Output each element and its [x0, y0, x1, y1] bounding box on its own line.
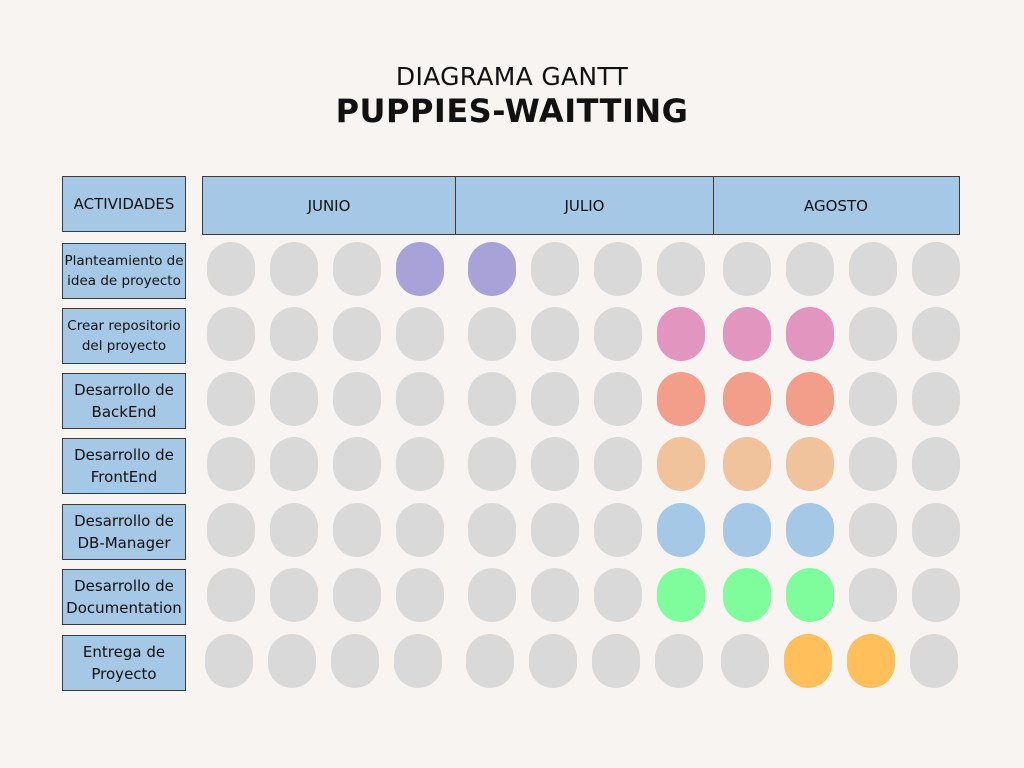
gantt-cell-empty	[531, 568, 579, 622]
gantt-cell-empty	[207, 242, 255, 296]
gantt-cell-empty	[849, 503, 897, 557]
gantt-cell-empty	[207, 307, 255, 361]
gantt-cell-empty	[910, 634, 958, 688]
gantt-cell-empty	[396, 307, 444, 361]
gantt-cell-empty	[531, 307, 579, 361]
gantt-cell-empty	[849, 242, 897, 296]
gantt-cell-empty	[468, 307, 516, 361]
gantt-cell-empty	[270, 372, 318, 426]
gantt-cell-empty	[531, 372, 579, 426]
month-header: JUNIO JULIO AGOSTO	[202, 176, 960, 235]
gantt-cell-empty	[849, 372, 897, 426]
diagram-title: PUPPIES-WAITTING	[335, 92, 689, 130]
gantt-cell-empty	[466, 634, 514, 688]
gantt-cell-active	[723, 437, 771, 491]
gantt-cell-empty	[912, 242, 960, 296]
gantt-cell-active	[786, 372, 834, 426]
gantt-cell-empty	[270, 568, 318, 622]
gantt-cell-empty	[657, 242, 705, 296]
gantt-cell-empty	[912, 437, 960, 491]
gantt-cell-empty	[912, 372, 960, 426]
gantt-cell-empty	[396, 372, 444, 426]
gantt-cell-active	[723, 372, 771, 426]
gantt-cell-active	[786, 437, 834, 491]
gantt-cell-empty	[529, 634, 577, 688]
gantt-cell-empty	[333, 372, 381, 426]
gantt-cell-empty	[396, 503, 444, 557]
gantt-cell-empty	[270, 307, 318, 361]
gantt-cell-empty	[270, 503, 318, 557]
gantt-cell-empty	[849, 568, 897, 622]
gantt-cell-empty	[270, 242, 318, 296]
activities-header: ACTIVIDADES	[62, 176, 186, 232]
gantt-cell-active	[657, 503, 705, 557]
gantt-cell-empty	[270, 437, 318, 491]
gantt-cell-empty	[331, 634, 379, 688]
diagram-subtitle: DIAGRAMA GANTT	[395, 62, 629, 91]
gantt-cell-empty	[207, 503, 255, 557]
gantt-cell-active	[657, 307, 705, 361]
gantt-cell-empty	[655, 634, 703, 688]
gantt-cell-empty	[721, 634, 769, 688]
activity-label: Desarrollo de FrontEnd	[62, 438, 186, 494]
gantt-cell-empty	[396, 568, 444, 622]
gantt-cell-empty	[594, 503, 642, 557]
gantt-cell-empty	[468, 503, 516, 557]
gantt-cell-empty	[468, 372, 516, 426]
activity-label: Crear repositorio del proyecto	[62, 308, 186, 364]
gantt-cell-empty	[333, 242, 381, 296]
gantt-cell-empty	[333, 568, 381, 622]
gantt-cell-empty	[468, 437, 516, 491]
gantt-cell-empty	[207, 437, 255, 491]
gantt-cell-empty	[333, 437, 381, 491]
gantt-cell-empty	[912, 568, 960, 622]
gantt-cell-empty	[207, 372, 255, 426]
gantt-cell-active	[657, 372, 705, 426]
activity-label: Planteamiento de idea de proyecto	[62, 243, 186, 299]
gantt-cell-empty	[468, 568, 516, 622]
gantt-cell-active	[847, 634, 895, 688]
gantt-cell-active	[786, 568, 834, 622]
gantt-cell-empty	[594, 242, 642, 296]
gantt-cell-empty	[205, 634, 253, 688]
gantt-cell-empty	[723, 242, 771, 296]
gantt-cell-empty	[594, 372, 642, 426]
gantt-cell-empty	[849, 307, 897, 361]
gantt-cell-empty	[592, 634, 640, 688]
gantt-cell-empty	[531, 242, 579, 296]
month-july: JULIO	[456, 177, 714, 234]
gantt-cell-empty	[531, 437, 579, 491]
gantt-cell-empty	[531, 503, 579, 557]
activity-label: Desarrollo de Documentation	[62, 569, 186, 625]
gantt-cell-active	[657, 437, 705, 491]
gantt-cell-empty	[394, 634, 442, 688]
activity-label: Desarrollo de BackEnd	[62, 373, 186, 429]
gantt-cell-active	[723, 307, 771, 361]
gantt-cell-empty	[912, 503, 960, 557]
gantt-cell-active	[396, 242, 444, 296]
gantt-cell-active	[723, 568, 771, 622]
gantt-cell-empty	[333, 307, 381, 361]
gantt-cell-active	[786, 307, 834, 361]
gantt-cell-active	[786, 503, 834, 557]
activity-label: Entrega de Proyecto	[62, 635, 186, 691]
gantt-cell-empty	[268, 634, 316, 688]
gantt-cell-empty	[594, 437, 642, 491]
gantt-cell-empty	[396, 437, 444, 491]
gantt-cell-active	[784, 634, 832, 688]
gantt-cell-empty	[594, 307, 642, 361]
gantt-cell-empty	[912, 307, 960, 361]
activity-label: Desarrollo de DB-Manager	[62, 504, 186, 560]
gantt-cell-active	[468, 242, 516, 296]
gantt-cell-empty	[786, 242, 834, 296]
gantt-cell-active	[723, 503, 771, 557]
month-june: JUNIO	[203, 177, 456, 234]
gantt-cell-empty	[594, 568, 642, 622]
gantt-cell-empty	[333, 503, 381, 557]
month-august: AGOSTO	[804, 196, 868, 215]
gantt-cell-active	[657, 568, 705, 622]
gantt-cell-empty	[207, 568, 255, 622]
gantt-cell-empty	[849, 437, 897, 491]
